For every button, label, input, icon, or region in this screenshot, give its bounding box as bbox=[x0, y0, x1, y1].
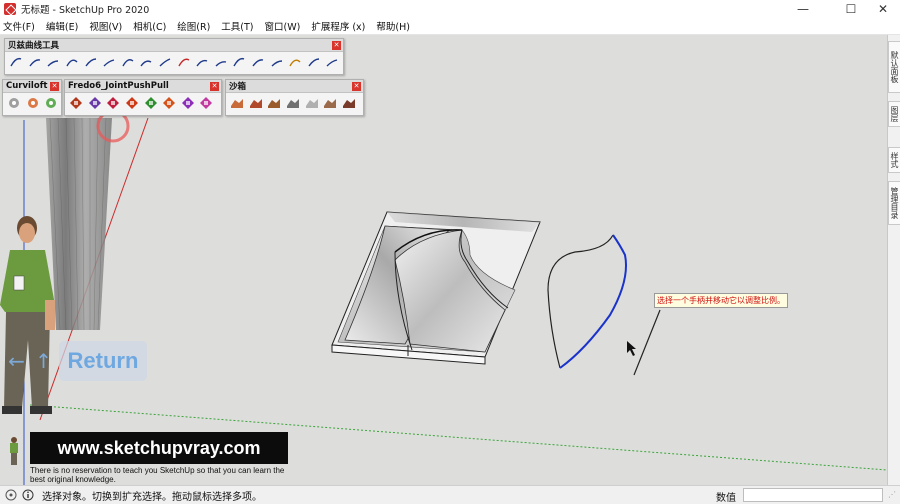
mouse-cursor-icon bbox=[627, 341, 636, 356]
bezier-tool-5-icon[interactable] bbox=[84, 55, 98, 69]
lofted-surface-model bbox=[331, 211, 541, 365]
bezier-tool-11-icon[interactable] bbox=[195, 55, 209, 69]
bezier-tool-16-icon[interactable] bbox=[288, 55, 302, 69]
bezier-tool-13-icon[interactable] bbox=[232, 55, 246, 69]
menu-help[interactable]: 帮助(H) bbox=[376, 19, 410, 33]
profile-curve-selected-blue bbox=[559, 234, 627, 369]
status-message: 选择对象。切换到扩充选择。拖动鼠标选择多项。 bbox=[42, 491, 262, 503]
bezier-tool-8-icon[interactable] bbox=[139, 55, 153, 69]
tray-tab-default[interactable]: 默认面板 bbox=[888, 41, 900, 93]
bezier-tool-15-icon[interactable] bbox=[270, 55, 284, 69]
sandbox-tool-2-icon[interactable] bbox=[249, 96, 263, 110]
curviloft-toolbar-header[interactable]: Curviloft ✕ bbox=[3, 80, 61, 93]
menu-camera[interactable]: 相机(C) bbox=[133, 19, 166, 33]
bezier-tools-row bbox=[5, 52, 343, 72]
menu-edit[interactable]: 编辑(E) bbox=[46, 19, 78, 33]
sandbox-tool-3-icon[interactable] bbox=[267, 96, 281, 110]
sandbox-toolbar-header[interactable]: 沙箱 ✕ bbox=[226, 80, 363, 93]
sandbox-tool-4-icon[interactable] bbox=[286, 96, 300, 110]
menu-window[interactable]: 窗口(W) bbox=[265, 19, 301, 33]
sandbox-toolbar-title: 沙箱 bbox=[229, 82, 247, 92]
return-button[interactable]: Return bbox=[59, 341, 147, 381]
title-bar: 无标题 - SketchUp Pro 2020 — ☐ ✕ bbox=[0, 0, 900, 18]
curviloft-tools-row bbox=[3, 93, 61, 113]
sandbox-tool-1-icon[interactable] bbox=[230, 96, 244, 110]
fredo-tool-1-icon[interactable] bbox=[69, 96, 83, 110]
fredo-tool-7-icon[interactable] bbox=[181, 96, 195, 110]
window-title: 无标题 - SketchUp Pro 2020 bbox=[21, 5, 150, 16]
maximize-button[interactable]: ☐ bbox=[834, 0, 868, 18]
navigation-arrows: ← ↑ bbox=[3, 344, 57, 378]
sandbox-tool-6-icon[interactable] bbox=[323, 96, 337, 110]
guide-line bbox=[633, 309, 661, 376]
bezier-tool-6-icon[interactable] bbox=[102, 55, 116, 69]
bezier-curve-toolbar: 贝兹曲线工具 ✕ bbox=[4, 38, 344, 75]
sketchup-window: 无标题 - SketchUp Pro 2020 — ☐ ✕ 文件(F) 编辑(E… bbox=[0, 0, 900, 504]
right-tray: 默认面板 图层 样式 管理目录 bbox=[887, 35, 900, 485]
sandbox-tool-5-icon[interactable] bbox=[305, 96, 319, 110]
menu-extensions[interactable]: 扩展程序 (x) bbox=[311, 19, 365, 33]
sandbox-tools-row bbox=[226, 93, 363, 113]
minimize-button[interactable]: — bbox=[786, 0, 820, 18]
fredo-tool-8-icon[interactable] bbox=[199, 96, 213, 110]
sandbox-toolbar: 沙箱 ✕ bbox=[225, 79, 364, 116]
bezier-tool-10-icon[interactable] bbox=[177, 55, 191, 69]
menu-bar: 文件(F) 编辑(E) 视图(V) 相机(C) 绘图(R) 工具(T) 窗口(W… bbox=[0, 18, 900, 35]
bezier-toolbar-header[interactable]: 贝兹曲线工具 ✕ bbox=[5, 39, 343, 52]
joint-pushpull-toolbar-header[interactable]: Fredo6_JointPushPull ✕ bbox=[65, 80, 221, 93]
fredo-tool-6-icon[interactable] bbox=[162, 96, 176, 110]
nav-up-arrow-icon[interactable]: ↑ bbox=[35, 349, 52, 373]
tray-tab-layers[interactable]: 图层 bbox=[888, 101, 900, 127]
curviloft-toolbar-close-button[interactable]: ✕ bbox=[50, 82, 59, 91]
bezier-tool-14-icon[interactable] bbox=[251, 55, 265, 69]
joint-pushpull-toolbar: Fredo6_JointPushPull ✕ bbox=[64, 79, 222, 116]
measurements-label: 数值 bbox=[716, 493, 736, 504]
bezier-tool-17-icon[interactable] bbox=[307, 55, 321, 69]
small-scale-figure bbox=[10, 437, 18, 465]
menu-view[interactable]: 视图(V) bbox=[89, 19, 122, 33]
bezier-tool-3-icon[interactable] bbox=[46, 55, 60, 69]
curviloft-toolbar-title: Curviloft bbox=[6, 81, 48, 91]
measurements-input[interactable] bbox=[743, 488, 883, 502]
fredo-tool-3-icon[interactable] bbox=[106, 96, 120, 110]
bezier-tool-12-icon[interactable] bbox=[214, 55, 228, 69]
bezier-tool-9-icon[interactable] bbox=[158, 55, 172, 69]
menu-tools[interactable]: 工具(T) bbox=[221, 19, 253, 33]
joint-pushpull-toolbar-title: Fredo6_JointPushPull bbox=[68, 81, 169, 91]
sandbox-toolbar-close-button[interactable]: ✕ bbox=[352, 82, 361, 91]
close-button[interactable]: ✕ bbox=[866, 0, 900, 18]
watermark-caption: There is no reservation to teach you Ske… bbox=[30, 466, 285, 484]
nav-left-arrow-icon[interactable]: ← bbox=[8, 349, 25, 373]
curviloft-toolbar: Curviloft ✕ bbox=[2, 79, 62, 116]
curviloft-tool-3-icon[interactable] bbox=[44, 96, 58, 110]
joint-pushpull-tools-row bbox=[65, 93, 221, 113]
tray-tab-styles[interactable]: 样式 bbox=[888, 147, 900, 173]
fredo-tool-4-icon[interactable] bbox=[125, 96, 139, 110]
curviloft-tool-1-icon[interactable] bbox=[7, 96, 21, 110]
menu-file[interactable]: 文件(F) bbox=[3, 19, 35, 33]
status-bar: 选择对象。切换到扩充选择。拖动鼠标选择多项。 数值 ⋰ bbox=[0, 485, 900, 504]
bezier-tool-7-icon[interactable] bbox=[121, 55, 135, 69]
menu-draw[interactable]: 绘图(R) bbox=[177, 19, 210, 33]
info-icon[interactable] bbox=[22, 489, 34, 501]
resize-grip-icon[interactable]: ⋰ bbox=[888, 490, 898, 501]
fredo-tool-2-icon[interactable] bbox=[88, 96, 102, 110]
scale-figure-person bbox=[0, 216, 55, 414]
bezier-tool-18-icon[interactable] bbox=[325, 55, 339, 69]
fredo-tool-5-icon[interactable] bbox=[144, 96, 158, 110]
scale-handle-tooltip: 选择一个手柄并移动它以调整比例。 bbox=[654, 293, 788, 308]
curviloft-tool-2-icon[interactable] bbox=[26, 96, 40, 110]
bezier-toolbar-title: 贝兹曲线工具 bbox=[8, 41, 60, 51]
bezier-tool-2-icon[interactable] bbox=[28, 55, 42, 69]
profile-curve-black bbox=[547, 234, 614, 369]
sandbox-tool-7-icon[interactable] bbox=[342, 96, 356, 110]
site-watermark: www.sketchupvray.com bbox=[30, 432, 288, 464]
joint-pushpull-toolbar-close-button[interactable]: ✕ bbox=[210, 82, 219, 91]
bezier-tool-4-icon[interactable] bbox=[65, 55, 79, 69]
tray-tab-directory[interactable]: 管理目录 bbox=[888, 181, 900, 225]
bezier-tool-1-icon[interactable] bbox=[9, 55, 23, 69]
bezier-toolbar-close-button[interactable]: ✕ bbox=[332, 41, 341, 50]
sketchup-logo-icon bbox=[4, 3, 16, 15]
geo-location-icon[interactable] bbox=[5, 489, 17, 501]
